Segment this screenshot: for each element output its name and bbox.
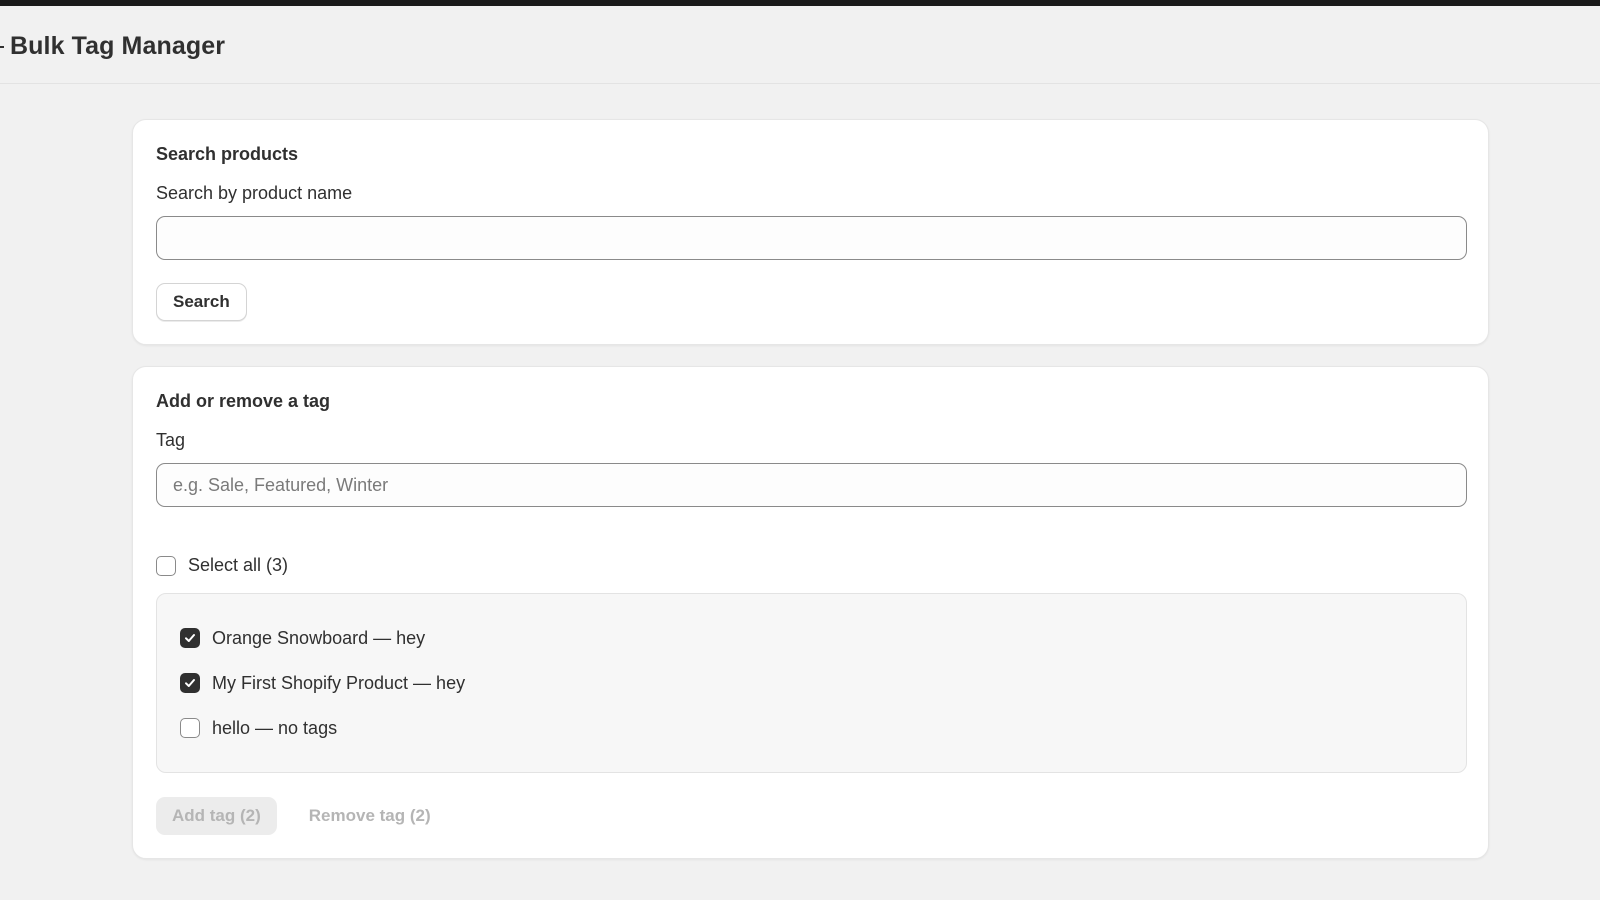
add-tag-button[interactable]: Add tag (2) [156,797,277,835]
select-all-checkbox-row[interactable]: Select all (3) [156,555,288,576]
search-products-card: Search products Search by product name S… [132,119,1489,345]
tag-actions: Add tag (2) Remove tag (2) [156,797,447,835]
search-field-label: Search by product name [156,183,353,203]
tag-card: Add or remove a tag Tag Select all (3) O… [132,366,1489,859]
tag-card-title: Add or remove a tag [156,391,331,411]
page-title: Bulk Tag Manager [10,32,226,60]
product-checkbox[interactable] [180,628,200,648]
product-row[interactable]: hello — no tags [180,716,1466,740]
select-all-checkbox[interactable] [156,555,176,576]
product-row[interactable]: My First Shopify Product — hey [180,671,1466,695]
product-checkbox[interactable] [180,673,200,693]
product-label: hello — no tags [212,717,338,738]
product-row[interactable]: Orange Snowboard — hey [180,626,1466,650]
search-button[interactable]: Search [156,283,247,321]
product-checkbox[interactable] [180,718,200,738]
back-arrow-icon[interactable] [0,46,4,48]
search-input[interactable] [156,216,1467,260]
page-header: Bulk Tag Manager [0,6,1600,84]
remove-tag-button[interactable]: Remove tag (2) [293,797,447,835]
product-list: Orange Snowboard — hey My First Shopify … [156,593,1467,773]
search-card-title: Search products [156,144,299,164]
checkmark-icon [185,634,195,642]
checkmark-icon [185,679,195,687]
tag-field-label: Tag [156,430,186,450]
product-label: Orange Snowboard — hey [212,627,426,648]
product-label: My First Shopify Product — hey [212,672,466,693]
tag-input[interactable] [156,463,1467,507]
select-all-label: Select all (3) [188,555,289,575]
